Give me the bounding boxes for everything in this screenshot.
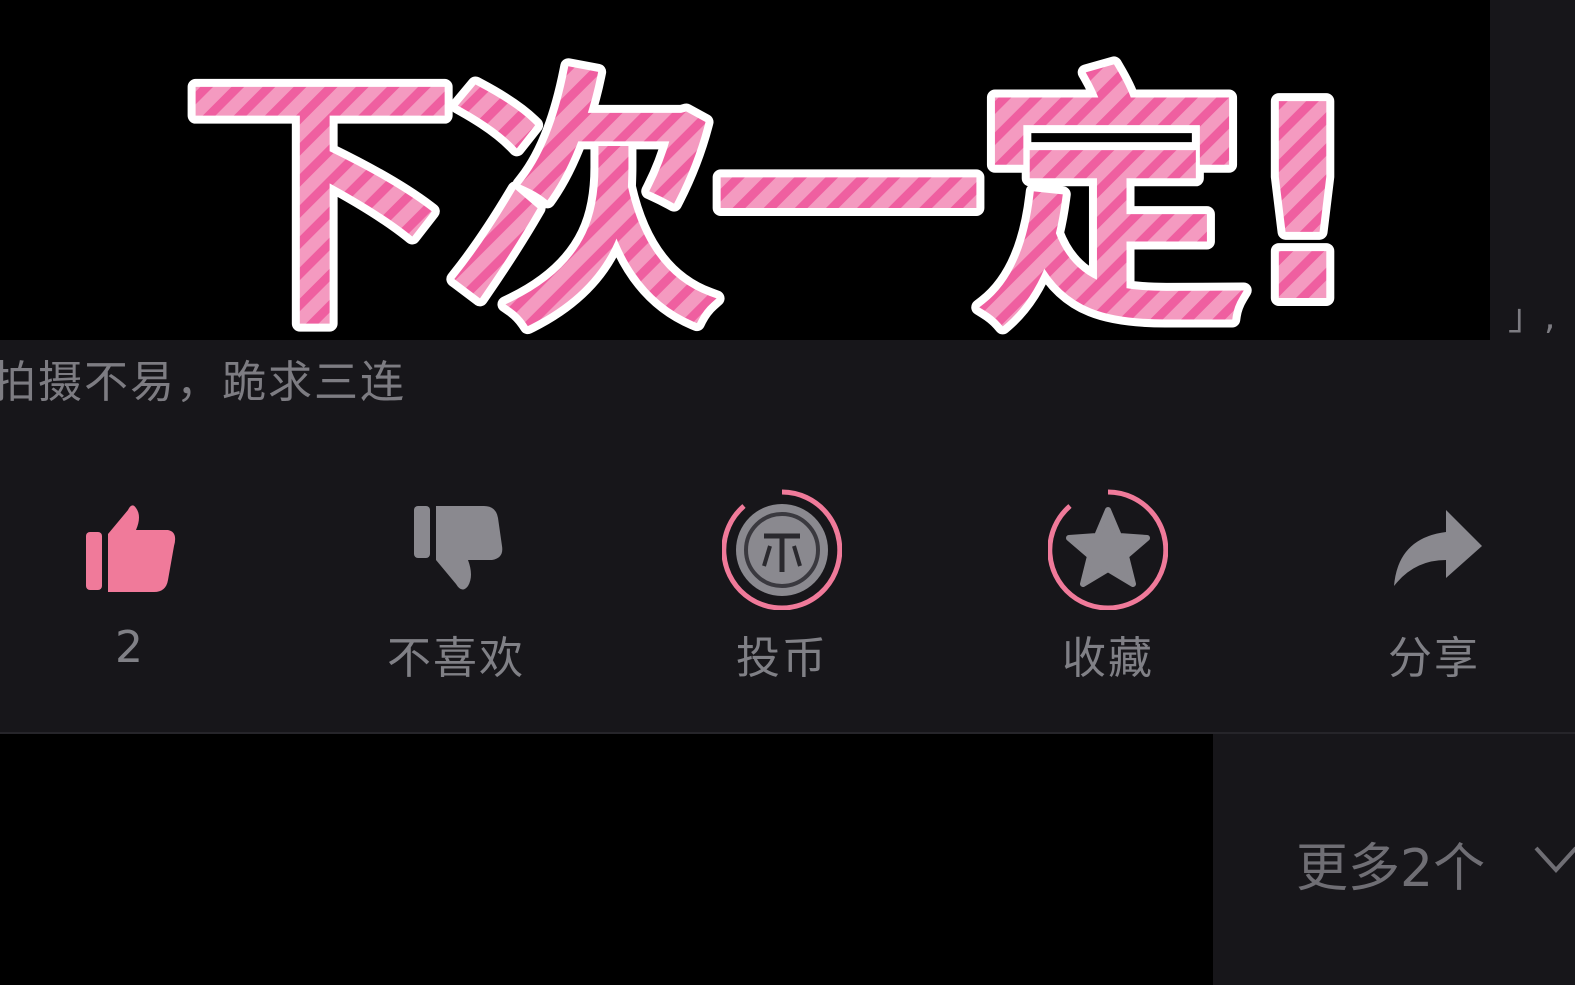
chevron-down-icon[interactable] [1532,840,1575,880]
overlay-caption: 下次一定! [185,40,1395,360]
coin-label: 投币 [736,633,828,684]
dislike-button[interactable]: 不喜欢 [356,480,556,690]
thumbs-down-icon [396,480,516,610]
overlay-caption-text: 下次一定! [185,47,1358,360]
star-icon [1048,480,1168,610]
favorite-button[interactable]: 收藏 [1008,480,1208,690]
more-replies-link[interactable]: 更多2个 [1296,826,1485,901]
coin-button[interactable]: 投币 [682,480,882,690]
favorite-label: 收藏 [1062,633,1154,684]
like-button[interactable]: 2 [30,480,230,690]
thumbs-up-icon [70,480,190,610]
dislike-label: 不喜欢 [387,633,525,684]
share-button[interactable]: 分享 [1334,480,1534,690]
share-label: 分享 [1388,633,1480,684]
like-count: 2 [115,622,145,673]
coin-icon [722,480,842,610]
description-fragment: 」, [1508,297,1556,338]
share-arrow-icon [1374,480,1494,610]
